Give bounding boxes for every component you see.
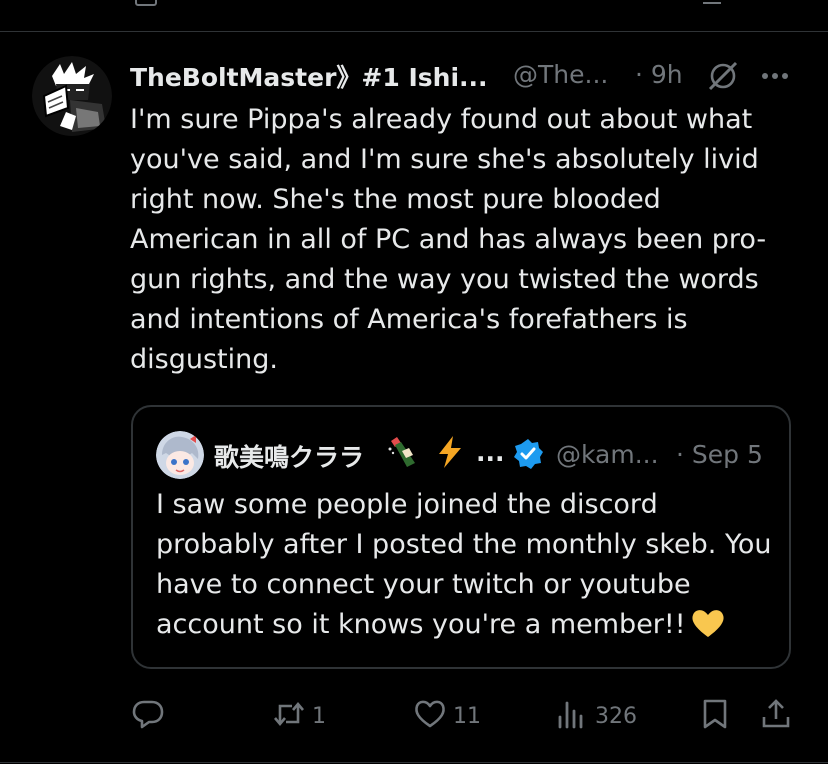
grok-icon[interactable] — [706, 59, 740, 93]
quote-author-avatar[interactable] — [156, 431, 204, 479]
more-icon[interactable] — [758, 61, 792, 91]
quote-post-time[interactable]: · Sep 5 — [676, 440, 763, 469]
heart-icon — [413, 697, 447, 735]
author-avatar[interactable] — [32, 56, 112, 136]
views-button[interactable]: 326 — [555, 696, 637, 736]
quoted-tweet[interactable]: 歌美鳴クララ ... @kam... · Sep 5 I saw some pe… — [131, 405, 791, 669]
retweet-icon — [272, 697, 306, 735]
quote-text-body: I saw some people joined the discord pro… — [156, 489, 772, 640]
quote-author-name[interactable]: 歌美鳴クララ — [214, 438, 364, 474]
bookmark-icon — [698, 697, 732, 735]
previous-post-actions — [0, 0, 828, 6]
quote-name-ellipsis: ... — [476, 438, 505, 467]
view-count: 326 — [595, 703, 637, 729]
verified-badge-icon[interactable] — [512, 438, 544, 470]
post-divider — [0, 762, 828, 763]
action-bar: 1 11 326 — [0, 690, 828, 742]
like-button[interactable]: 11 — [413, 696, 481, 736]
reply-icon — [131, 697, 165, 735]
lightning-emoji-icon — [433, 435, 467, 469]
share-icon — [759, 697, 793, 735]
previous-post-action[interactable] — [703, 0, 721, 4]
post-time[interactable]: · 9h — [635, 60, 683, 89]
retweet-button[interactable]: 1 — [272, 696, 326, 736]
quote-author-handle[interactable]: @kam... — [556, 440, 659, 469]
yellow-heart-emoji-icon — [690, 607, 726, 639]
reply-button[interactable] — [131, 696, 171, 736]
post-divider — [0, 31, 828, 32]
bookmark-button[interactable] — [698, 696, 732, 736]
views-icon — [555, 697, 589, 735]
tweet-text: I'm sure Pippa's already found out about… — [130, 104, 767, 375]
author-handle[interactable]: @The... — [513, 60, 608, 89]
quote-text: I saw some people joined the discord pro… — [156, 485, 776, 645]
previous-post-action[interactable] — [135, 0, 157, 6]
author-name[interactable]: TheBoltMaster》#1 Ishi... — [130, 58, 488, 94]
champagne-emoji-icon — [387, 435, 419, 469]
share-button[interactable] — [759, 696, 793, 736]
retweet-count: 1 — [312, 703, 326, 729]
tweet-header: TheBoltMaster》#1 Ishi... @The... · 9h — [130, 55, 810, 95]
like-count: 11 — [453, 703, 481, 729]
